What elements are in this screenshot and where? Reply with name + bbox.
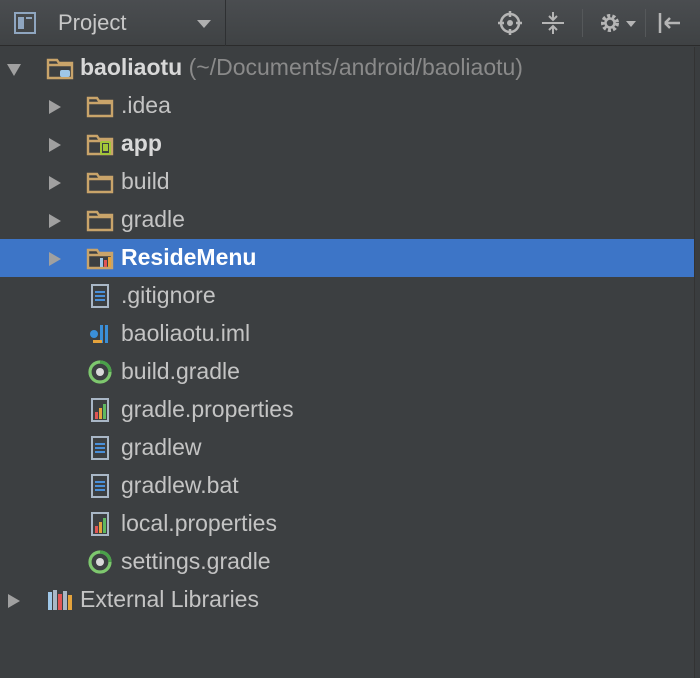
tool-window-header: Project xyxy=(0,0,700,46)
gradle-file-icon xyxy=(86,360,114,384)
view-title: Project xyxy=(58,10,127,35)
tree-node-label: app xyxy=(121,130,162,156)
tree-node-gradlew[interactable]: gradlew xyxy=(0,429,700,467)
tree-node-build-gradle[interactable]: build.gradle xyxy=(0,353,700,391)
iml-file-icon xyxy=(86,322,114,346)
tree-node-label: local.properties xyxy=(121,510,277,536)
tree-node-label: build xyxy=(121,168,170,194)
folder-icon xyxy=(86,208,114,232)
tree-node-label: ResideMenu xyxy=(121,244,257,270)
tree-node-external-libraries[interactable]: External Libraries xyxy=(0,581,700,619)
hide-panel-icon[interactable] xyxy=(656,10,682,36)
tree-node-app[interactable]: app xyxy=(0,125,700,163)
text-file-icon xyxy=(86,436,114,460)
tree-node-build[interactable]: build xyxy=(0,163,700,201)
tree-node-label: gradle xyxy=(121,206,185,232)
collapse-all-icon[interactable] xyxy=(540,10,566,36)
properties-file-icon xyxy=(86,398,114,422)
root-name: baoliaotu xyxy=(80,54,183,80)
locate-icon[interactable] xyxy=(497,10,523,36)
collapsed-arrow-icon[interactable] xyxy=(6,593,22,609)
tree-node-label: baoliaotu.iml xyxy=(121,320,251,346)
collapsed-arrow-icon[interactable] xyxy=(47,251,63,267)
library-module-icon xyxy=(86,246,114,270)
tree-node-label: gradlew xyxy=(121,434,202,460)
project-view-icon xyxy=(14,12,36,34)
tree-node-label: gradle.properties xyxy=(121,396,294,422)
tree-node-label: External Libraries xyxy=(80,586,259,612)
tree-node-residemenu[interactable]: ResideMenu xyxy=(0,239,694,277)
scrollbar-track[interactable] xyxy=(694,47,700,678)
tree-node-label: gradlew.bat xyxy=(121,472,239,498)
folder-icon xyxy=(86,170,114,194)
tree-node-label: build.gradle xyxy=(121,358,240,384)
properties-file-icon xyxy=(86,512,114,536)
project-folder-icon xyxy=(46,56,74,80)
tree-node-root[interactable]: baoliaotu (~/Documents/android/baoliaotu… xyxy=(0,49,700,87)
tree-node-gradlew-bat[interactable]: gradlew.bat xyxy=(0,467,700,505)
gear-icon[interactable] xyxy=(598,10,638,36)
text-file-icon xyxy=(86,284,114,308)
tree-node-gradle-properties[interactable]: gradle.properties xyxy=(0,391,700,429)
tree-node-gitignore[interactable]: .gitignore xyxy=(0,277,700,315)
collapsed-arrow-icon[interactable] xyxy=(47,213,63,229)
root-path: (~/Documents/android/baoliaotu) xyxy=(188,54,523,80)
android-module-icon xyxy=(86,132,114,156)
collapsed-arrow-icon[interactable] xyxy=(47,99,63,115)
toolbar-separator xyxy=(582,9,583,37)
text-file-icon xyxy=(86,474,114,498)
expanded-arrow-icon[interactable] xyxy=(6,61,22,77)
dropdown-arrow-icon[interactable] xyxy=(196,19,212,29)
tree-node-label: settings.gradle xyxy=(121,548,271,574)
tree-node-label: baoliaotu (~/Documents/android/baoliaotu… xyxy=(80,54,523,81)
view-selector[interactable]: Project xyxy=(0,0,226,46)
tree-node-gradle[interactable]: gradle xyxy=(0,201,700,239)
tree-node-idea[interactable]: .idea xyxy=(0,87,700,125)
tree-node-label: .idea xyxy=(121,92,171,118)
toolbar-separator xyxy=(645,9,646,37)
tree-node-local-properties[interactable]: local.properties xyxy=(0,505,700,543)
external-libraries-icon xyxy=(48,590,72,610)
folder-icon xyxy=(86,94,114,118)
tree-node-settings-gradle[interactable]: settings.gradle xyxy=(0,543,700,581)
collapsed-arrow-icon[interactable] xyxy=(47,175,63,191)
gradle-file-icon xyxy=(86,550,114,574)
collapsed-arrow-icon[interactable] xyxy=(47,137,63,153)
tree-node-iml[interactable]: baoliaotu.iml xyxy=(0,315,700,353)
tree-node-label: .gitignore xyxy=(121,282,216,308)
